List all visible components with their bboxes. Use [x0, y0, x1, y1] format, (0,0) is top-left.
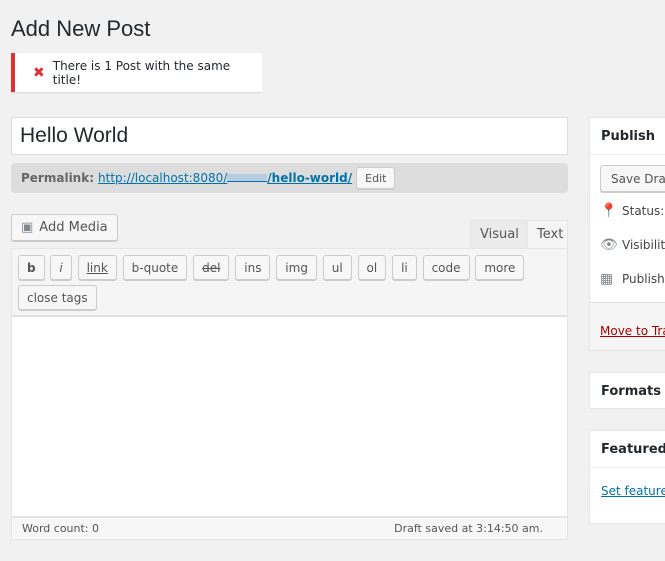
status-label: Status:	[622, 204, 665, 218]
qt-more-button[interactable]: more	[475, 255, 525, 280]
publish-title: Publish	[590, 118, 665, 155]
duplicate-title-notice: ✖ There is 1 Post with the same title!	[11, 53, 262, 92]
permalink-bar: Permalink: http://localhost:8080/ /hello-…	[11, 163, 568, 193]
qt-close-tags-button[interactable]: close tags	[18, 285, 97, 310]
post-title-input[interactable]: Hello World	[11, 117, 568, 155]
eye-icon: 👁	[600, 237, 618, 253]
move-to-trash-link[interactable]: Move to Tra	[600, 324, 665, 338]
calendar-icon: ▦	[600, 271, 614, 287]
add-media-label: Add Media	[39, 220, 108, 235]
qt-ins-button[interactable]: ins	[235, 255, 271, 280]
formats-box[interactable]: Formats	[589, 372, 665, 409]
qt-b-button[interactable]: b	[18, 255, 45, 280]
qt-link-button[interactable]: link	[77, 255, 117, 280]
qt-i-button[interactable]: i	[50, 255, 72, 280]
tab-text[interactable]: Text	[527, 220, 568, 248]
qt-code-button[interactable]: code	[422, 255, 470, 280]
content-textarea[interactable]	[11, 316, 568, 517]
qt-bquote-button[interactable]: b-quote	[122, 255, 188, 280]
formats-title: Formats	[601, 384, 661, 399]
error-x-icon: ✖	[33, 64, 45, 81]
qt-del-button[interactable]: del	[193, 255, 230, 280]
edit-permalink-button[interactable]: Edit	[356, 167, 396, 189]
publish-schedule-label: Publish	[622, 272, 665, 286]
save-draft-button[interactable]: Save Draf	[600, 165, 665, 192]
add-media-button[interactable]: ▣ Add Media	[11, 214, 118, 241]
editor-status-bar: Word count: 0 Draft saved at 3:14:50 am.	[11, 517, 568, 540]
qt-ol-button[interactable]: ol	[357, 255, 387, 280]
quicktags-toolbar: b i link b-quote del ins img ul ol li co…	[11, 248, 568, 316]
set-featured-image-link[interactable]: Set featured	[601, 484, 665, 498]
permalink-prefix: http://localhost:8080/	[98, 171, 228, 185]
featured-image-box: Featured I Set featured	[589, 430, 665, 524]
permalink-slug: /hello-world/	[267, 171, 353, 185]
page-title: Add New Post	[11, 16, 151, 41]
notice-text: There is 1 Post with the same title!	[52, 58, 231, 87]
permalink-link[interactable]: http://localhost:8080/ /hello-world/	[98, 171, 352, 185]
blurred-segment	[227, 174, 268, 182]
media-icon: ▣	[21, 220, 34, 235]
featured-image-title: Featured I	[590, 431, 665, 468]
visibility-label: Visibilit	[622, 238, 665, 252]
draft-saved-status: Draft saved at 3:14:50 am.	[394, 522, 543, 535]
qt-li-button[interactable]: li	[392, 255, 417, 280]
publish-box: Publish Save Draf 📍 Status: 👁 Visibilit ▦ P…	[589, 117, 665, 351]
pin-icon: 📍	[600, 203, 618, 219]
qt-ul-button[interactable]: ul	[322, 255, 352, 280]
tab-visual[interactable]: Visual	[470, 220, 529, 248]
qt-img-button[interactable]: img	[276, 255, 317, 280]
permalink-label: Permalink:	[21, 171, 95, 185]
word-count: Word count: 0	[22, 522, 100, 535]
